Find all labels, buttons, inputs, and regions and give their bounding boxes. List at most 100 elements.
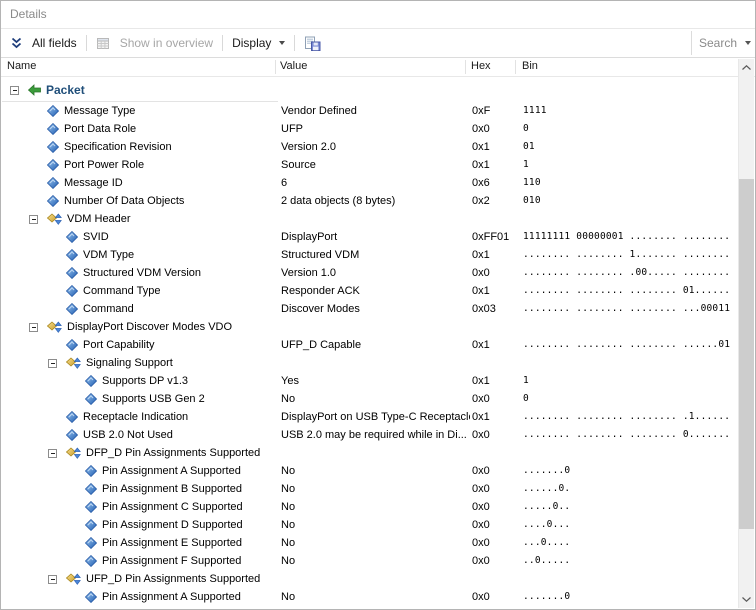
row-value: No [281,588,470,606]
row-hex: 0x1 [472,246,490,264]
show-in-overview-label: Show in overview [120,36,213,50]
group-row[interactable]: UFP_D Pin Assignments Supported [2,570,738,588]
field-row[interactable]: Number Of Data Objects 2 data objects (8 … [2,192,738,210]
export-report-icon [304,36,321,51]
field-diamond-icon [66,249,78,261]
row-bin: ........ ........ 1....... ........ [523,246,730,264]
field-row[interactable]: Pin Assignment F SupportedNo0x0..0..... [2,552,738,570]
group-icon [47,321,62,334]
group-row[interactable]: Signaling Support [2,354,738,372]
expander-minus-icon[interactable] [10,86,19,95]
expander-minus-icon[interactable] [29,215,38,224]
group-row[interactable]: DFP_D Pin Assignments Supported [2,444,738,462]
group-row[interactable]: VDM Header [2,210,738,228]
export-report-button[interactable] [298,33,332,54]
row-value: 6 [281,174,470,192]
field-diamond-icon [66,339,78,351]
column-divider[interactable] [465,60,466,74]
row-hex: 0x0 [472,498,490,516]
name-cell: UFP_D Pin Assignments Supported [2,570,738,588]
field-row[interactable]: Port Data RoleUFP0x00 [2,120,738,138]
all-fields-button[interactable]: All fields [5,33,83,53]
row-label: Port Power Role [64,156,144,174]
field-row[interactable]: Message ID60x6110 [2,174,738,192]
expander-minus-icon[interactable] [29,323,38,332]
row-hex: 0x0 [472,462,490,480]
row-label: Specification Revision [64,138,172,156]
group-icon [66,447,81,460]
field-row[interactable]: Port CapabilityUFP_D Capable0x1........ … [2,336,738,354]
display-label: Display [232,36,271,50]
name-cell: DisplayPort Discover Modes VDO [2,318,738,336]
field-row[interactable]: Supports USB Gen 2No0x00 [2,390,738,408]
column-header-value[interactable]: Value [280,60,307,72]
row-label: DisplayPort Discover Modes VDO [67,318,232,336]
row-bin: ........ ........ ........ 0....... [523,426,730,444]
row-value: Source [281,156,470,174]
scrollbar-up-icon[interactable] [739,59,754,76]
field-diamond-icon [85,591,97,603]
column-divider[interactable] [275,60,276,74]
field-row[interactable]: SVIDDisplayPort0xFF0111111111 00000001 .… [2,228,738,246]
row-value: Version 2.0 [281,138,470,156]
field-row[interactable]: Pin Assignment A SupportedNo0x0.......0 [2,462,738,480]
field-row[interactable]: Receptacle IndicationDisplayPort on USB … [2,408,738,426]
field-row[interactable]: Message TypeVendor Defined0xF1111 [2,102,738,120]
field-diamond-icon [47,141,59,153]
field-row[interactable]: Pin Assignment D SupportedNo0x0....0... [2,516,738,534]
scrollbar-down-icon[interactable] [739,591,754,608]
field-row[interactable]: Pin Assignment C SupportedNo0x0.....0.. [2,498,738,516]
row-label: Number Of Data Objects [64,192,184,210]
field-row[interactable]: Pin Assignment B SupportedNo0x0......0. [2,480,738,498]
row-label: Pin Assignment B Supported [102,480,242,498]
column-header-hex[interactable]: Hex [471,60,491,72]
row-label: Command Type [83,282,160,300]
show-in-overview-button[interactable]: Show in overview [90,33,219,53]
scrollbar-thumb[interactable] [739,179,754,529]
display-dropdown-button[interactable]: Display [226,33,291,53]
row-hex: 0x1 [472,408,490,426]
row-bin: 1111 [523,102,547,120]
field-row[interactable]: Structured VDM VersionVersion 1.00x0....… [2,264,738,282]
row-label: Message ID [64,174,123,192]
field-row[interactable]: Specification RevisionVersion 2.00x101 [2,138,738,156]
field-row[interactable]: Command TypeResponder ACK0x1........ ...… [2,282,738,300]
row-bin: ...0.... [523,534,570,552]
field-row[interactable]: VDM TypeStructured VDM0x1........ ......… [2,246,738,264]
vertical-scrollbar[interactable] [738,59,754,608]
field-row[interactable]: Pin Assignment E SupportedNo0x0...0.... [2,534,738,552]
row-label: Port Capability [83,336,155,354]
search-input[interactable] [699,36,745,50]
column-divider[interactable] [515,60,516,74]
row-hex: 0x1 [472,156,490,174]
search-dropdown-icon[interactable] [745,41,751,45]
expander-minus-icon[interactable] [48,359,57,368]
row-bin: 1 [523,156,529,174]
expander-minus-icon[interactable] [48,449,57,458]
field-row[interactable]: USB 2.0 Not UsedUSB 2.0 may be required … [2,426,738,444]
row-label: Message Type [64,102,135,120]
row-bin: ....0... [523,516,570,534]
column-header-bin[interactable]: Bin [522,60,538,72]
field-row[interactable]: Port Power Role Source0x1 1 [2,156,738,174]
row-label: VDM Header [67,210,131,228]
field-row[interactable]: CommandDiscover Modes0x03........ ......… [2,300,738,318]
field-diamond-icon [66,231,78,243]
row-hex: 0x03 [472,300,496,318]
field-diamond-icon [47,123,59,135]
expander-minus-icon[interactable] [48,575,57,584]
row-value: 2 data objects (8 bytes) [281,192,470,210]
row-hex: 0x2 [472,192,490,210]
field-row[interactable]: Pin Assignment A SupportedNo0x0.......0 [2,588,738,606]
field-diamond-icon [85,465,97,477]
group-icon [66,573,81,586]
double-chevron-down-icon [11,37,22,49]
row-value: No [281,516,470,534]
column-header-name[interactable]: Name [7,60,36,72]
field-row[interactable]: Supports DP v1.3Yes0x11 [2,372,738,390]
row-hex: 0x6 [472,174,490,192]
packet-row[interactable]: Packet [2,78,738,102]
group-row[interactable]: DisplayPort Discover Modes VDO [2,318,738,336]
row-value: No [281,552,470,570]
field-diamond-icon [85,519,97,531]
